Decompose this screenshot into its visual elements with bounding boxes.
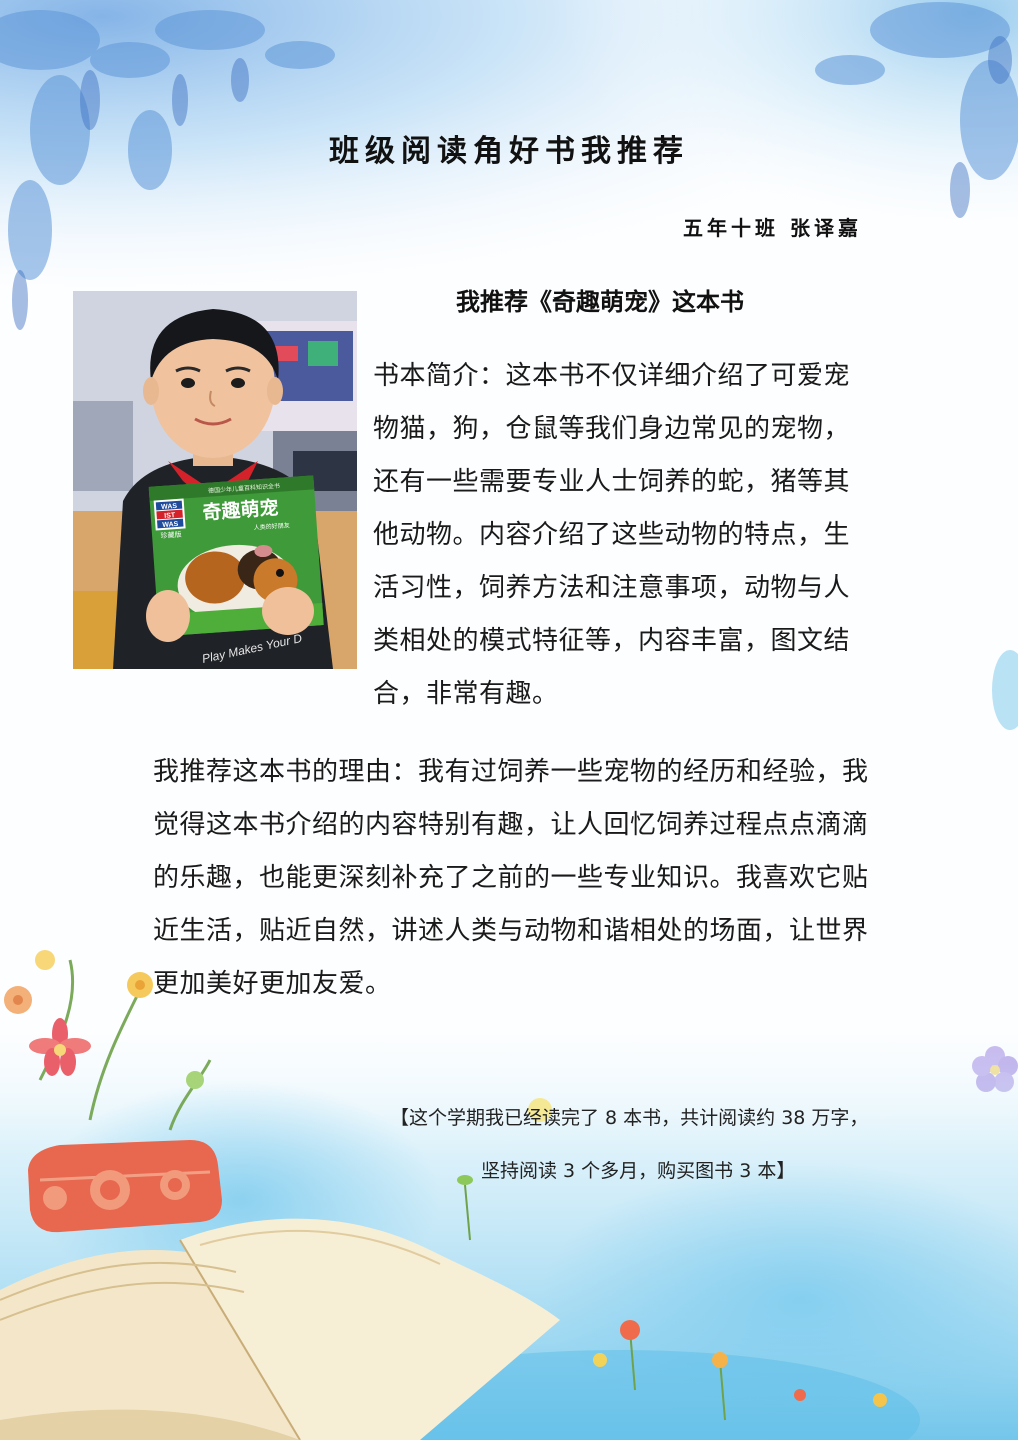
book-edition-label: 珍藏版 <box>160 530 182 540</box>
book-series-line-1: WAS <box>161 503 178 511</box>
book-intro-paragraph: 书本简介：这本书不仅详细介绍了可爱宠物猫，狗，仓鼠等我们身边常见的宠物，还有一些… <box>373 361 851 709</box>
book-heading: 我推荐《奇趣萌宠》这本书 <box>456 288 744 316</box>
student-photo-illustration: WAS IST WAS 珍藏版 德国少年儿童百科知识全书 奇趣萌宠 人类的好朋友… <box>73 291 357 669</box>
book-series-line-2: IST <box>164 512 176 520</box>
author-line: 五年十班 张译嘉 <box>683 216 862 240</box>
reading-summary-line-1: 【这个学期我已经读完了 8 本书，共计阅读约 38 万字， <box>390 1107 869 1129</box>
page-title: 班级阅读角好书我推荐 <box>329 134 689 169</box>
reading-summary-line-2: 坚持阅读 3 个多月，购买图书 3 本】 <box>481 1160 796 1182</box>
book-series-line-3: WAS <box>162 521 179 529</box>
student-photo: WAS IST WAS 珍藏版 德国少年儿童百科知识全书 奇趣萌宠 人类的好朋友… <box>73 291 357 669</box>
recommend-reason-paragraph: 我推荐这本书的理由：我有过饲养一些宠物的经历和经验，我觉得这本书介绍的内容特别有… <box>153 757 869 999</box>
document-page: 班级阅读角好书我推荐 五年十班 张译嘉 我推荐《奇趣萌宠》这本书 WAS IST… <box>0 0 1018 1440</box>
